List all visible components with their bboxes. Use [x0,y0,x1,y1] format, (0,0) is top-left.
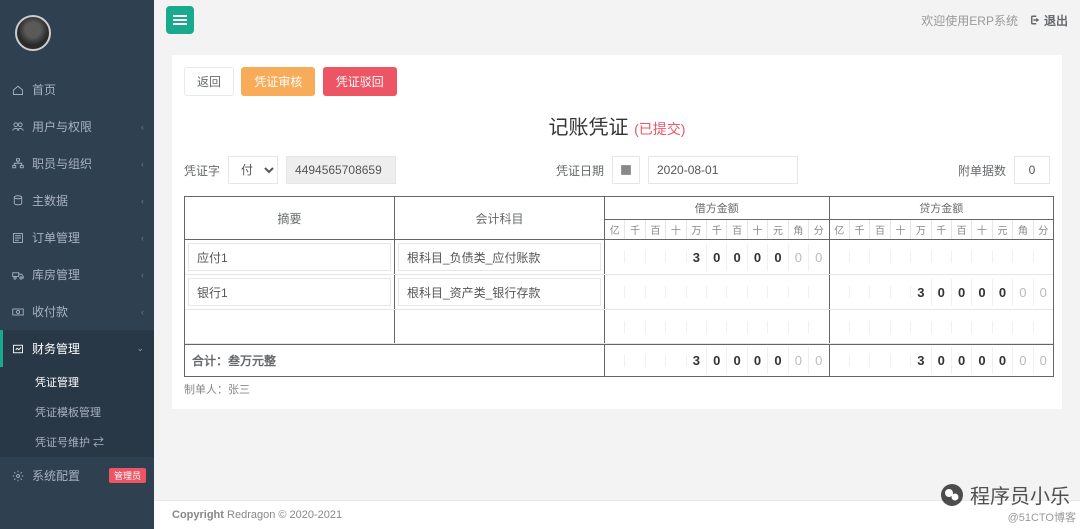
voucher-header-form: 凭证字 付 凭证日期 附单据数 [184,150,1050,190]
nav-item-0[interactable]: 首页 [0,71,154,108]
nav-item-5[interactable]: 库房管理‹ [0,256,154,293]
home-icon [12,84,24,96]
word-label: 凭证字 [184,162,220,179]
nav-item-1[interactable]: 用户与权限‹ [0,108,154,145]
db-icon [12,195,24,207]
chevron-icon: ‹ [141,196,144,206]
subnav-item-1[interactable]: 凭证模板管理 [0,397,154,427]
chevron-icon: ‹ [141,122,144,132]
action-bar: 返回 凭证审核 凭证驳回 [184,67,1050,96]
chevron-icon: ‹ [141,307,144,317]
order-icon [12,232,24,244]
col-credit: 贷方金额 [830,197,1054,219]
subject-input[interactable] [398,278,601,306]
status-badge: (已提交) [634,121,685,137]
nav-item-3[interactable]: 主数据‹ [0,182,154,219]
voucher-table: 摘要 会计科目 借方金额 贷方金额 亿千百十万千百十元角分亿千百十万千百十元角分… [184,196,1054,377]
content: 返回 凭证审核 凭证驳回 记账凭证 (已提交) 凭证字 付 凭证日期 [154,40,1080,529]
avatar-section [0,0,154,71]
nav-item-6[interactable]: 收付款‹ [0,293,154,330]
logout-button[interactable]: 退出 [1028,12,1068,29]
truck-icon [12,269,24,281]
subject-input[interactable] [398,243,601,271]
table-row: 3000000 [185,275,1053,310]
chevron-icon: ‹ [141,159,144,169]
voucher-card: 返回 凭证审核 凭证驳回 记账凭证 (已提交) 凭证字 付 凭证日期 [172,55,1062,409]
col-debit: 借方金额 [605,197,830,219]
topbar: 欢迎使用ERP系统 退出 [154,0,1080,40]
nav-item-4[interactable]: 订单管理‹ [0,219,154,256]
voucher-title: 记账凭证 (已提交) [184,111,1050,140]
avatar[interactable] [15,15,51,51]
audit-button[interactable]: 凭证审核 [241,67,315,96]
main: 欢迎使用ERP系统 退出 返回 凭证审核 凭证驳回 记账凭证 (已提交) 凭证字… [154,0,1080,529]
welcome-text: 欢迎使用ERP系统 [921,12,1018,29]
nav-item-7[interactable]: 财务管理⌄ [0,330,154,367]
table-total-row: 合计：叁万元整 30000003000000 [185,344,1053,376]
gear-icon [12,470,24,482]
reject-button[interactable]: 凭证驳回 [323,67,397,96]
col-subject: 会计科目 [395,197,605,239]
nav-list: 首页用户与权限‹职员与组织‹主数据‹订单管理‹库房管理‹收付款‹财务管理⌄凭证管… [0,71,154,494]
topbar-right: 欢迎使用ERP系统 退出 [921,12,1068,29]
chevron-icon: ⌄ [136,343,144,354]
attach-label: 附单据数 [958,162,1006,179]
total-label: 合计：叁万元整 [185,345,605,376]
table-row [185,310,1053,344]
money-icon [12,306,24,318]
subnav-item-0[interactable]: 凭证管理 [0,367,154,397]
nav-item-8[interactable]: 系统配置管理员 [0,457,154,494]
table-body: 30000003000000 [185,240,1053,344]
maker-row: 制单人：张三 [184,377,1050,397]
nav-item-2[interactable]: 职员与组织‹ [0,145,154,182]
sitemap-icon [12,158,24,170]
finance-icon [12,343,24,355]
footer: Copyright Redragon © 2020-2021 [154,500,1080,529]
users-icon [12,121,24,133]
attach-input[interactable] [1014,156,1050,184]
table-row: 3000000 [185,240,1053,275]
date-input[interactable] [648,156,798,184]
col-amounts: 借方金额 贷方金额 亿千百十万千百十元角分亿千百十万千百十元角分 [605,197,1053,239]
logout-icon [1028,14,1040,26]
summary-input[interactable] [188,243,391,271]
subnav-item-2[interactable]: 凭证号维护 ⇄ [0,427,154,457]
voucher-number-input[interactable] [286,156,396,184]
col-summary: 摘要 [185,197,395,239]
sidebar: 首页用户与权限‹职员与组织‹主数据‹订单管理‹库房管理‹收付款‹财务管理⌄凭证管… [0,0,154,529]
chevron-icon: ‹ [141,270,144,280]
menu-toggle-button[interactable] [166,6,194,34]
summary-input[interactable] [188,278,391,306]
calendar-icon[interactable] [612,156,640,184]
word-select[interactable]: 付 [228,156,278,184]
table-head: 摘要 会计科目 借方金额 贷方金额 亿千百十万千百十元角分亿千百十万千百十元角分 [185,197,1053,240]
chevron-icon: ‹ [141,233,144,243]
back-button[interactable]: 返回 [184,67,234,96]
date-label: 凭证日期 [556,162,604,179]
admin-badge: 管理员 [109,468,146,483]
watermark-sub: @51CTO博客 [1008,509,1076,525]
